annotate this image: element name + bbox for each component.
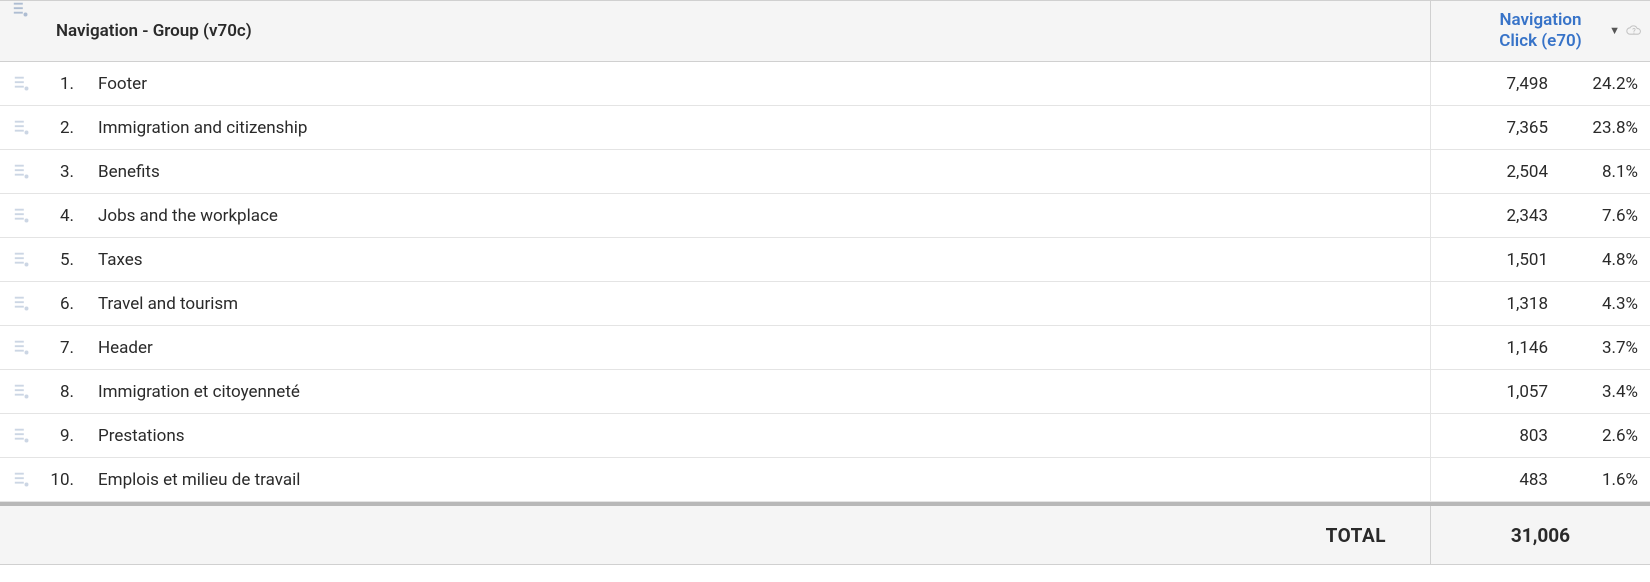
- row-breakdown-icon-cell[interactable]: [0, 282, 44, 325]
- row-rank: 1.: [44, 62, 86, 105]
- row-metric-value: 483: [1430, 458, 1560, 501]
- breakdown-icon: [13, 207, 31, 225]
- dimension-column-label: Navigation - Group (v70c): [56, 21, 252, 41]
- row-breakdown-icon-cell[interactable]: [0, 194, 44, 237]
- row-rank: 8.: [44, 370, 86, 413]
- table-row[interactable]: 8.Immigration et citoyenneté1,0573.4%: [0, 370, 1650, 414]
- row-metric-value: 7,498: [1430, 62, 1560, 105]
- row-dimension-value[interactable]: Benefits: [86, 150, 1430, 193]
- row-dimension-value[interactable]: Immigration and citizenship: [86, 106, 1430, 149]
- total-label: TOTAL: [1326, 524, 1386, 547]
- row-metric-percent: 2.6%: [1560, 414, 1650, 457]
- row-dimension-value[interactable]: Emplois et milieu de travail: [86, 458, 1430, 501]
- row-breakdown-icon-cell[interactable]: [0, 326, 44, 369]
- row-metric-percent: 3.4%: [1560, 370, 1650, 413]
- table-row[interactable]: 9.Prestations8032.6%: [0, 414, 1650, 458]
- row-breakdown-icon-cell[interactable]: [0, 238, 44, 281]
- table-row[interactable]: 3.Benefits2,5048.1%: [0, 150, 1650, 194]
- row-metric-percent: 8.1%: [1560, 150, 1650, 193]
- row-dimension-value[interactable]: Prestations: [86, 414, 1430, 457]
- svg-text:?: ?: [1632, 26, 1636, 35]
- sort-desc-icon: ▼: [1609, 24, 1620, 38]
- analytics-table: Navigation - Group (v70c) Navigation Cli…: [0, 0, 1650, 565]
- row-metric-percent: 4.3%: [1560, 282, 1650, 325]
- row-rank: 4.: [44, 194, 86, 237]
- row-metric-value: 1,318: [1430, 282, 1560, 325]
- row-rank: 3.: [44, 150, 86, 193]
- row-breakdown-icon-cell[interactable]: [0, 150, 44, 193]
- row-metric-percent: 23.8%: [1560, 106, 1650, 149]
- breakdown-icon: [13, 163, 31, 181]
- total-value-cell: 31,006: [1430, 506, 1650, 564]
- row-dimension-value[interactable]: Taxes: [86, 238, 1430, 281]
- row-metric-percent: 24.2%: [1560, 62, 1650, 105]
- dimension-breakdown-header-icon-cell[interactable]: [0, 1, 44, 61]
- row-metric-value: 1,146: [1430, 326, 1560, 369]
- breakdown-icon: [13, 75, 31, 93]
- row-metric-value: 803: [1430, 414, 1560, 457]
- table-total-row: TOTAL 31,006: [0, 506, 1650, 565]
- row-rank: 6.: [44, 282, 86, 325]
- total-label-cell: TOTAL: [0, 506, 1430, 564]
- row-rank: 7.: [44, 326, 86, 369]
- table-body: 1.Footer7,49824.2%2.Immigration and citi…: [0, 62, 1650, 502]
- table-row[interactable]: 10.Emplois et milieu de travail4831.6%: [0, 458, 1650, 502]
- row-metric-value: 7,365: [1430, 106, 1560, 149]
- dimension-column-header[interactable]: Navigation - Group (v70c): [44, 1, 1430, 61]
- row-metric-percent: 4.8%: [1560, 238, 1650, 281]
- table-row[interactable]: 1.Footer7,49824.2%: [0, 62, 1650, 106]
- breakdown-icon: [13, 427, 31, 445]
- breakdown-icon: [13, 383, 31, 401]
- table-row[interactable]: 4.Jobs and the workplace2,3437.6%: [0, 194, 1650, 238]
- row-metric-percent: 7.6%: [1560, 194, 1650, 237]
- breakdown-icon: [13, 471, 31, 489]
- row-rank: 2.: [44, 106, 86, 149]
- row-metric-value: 1,057: [1430, 370, 1560, 413]
- row-metric-value: 1,501: [1430, 238, 1560, 281]
- row-breakdown-icon-cell[interactable]: [0, 62, 44, 105]
- table-row[interactable]: 5.Taxes1,5014.8%: [0, 238, 1650, 282]
- row-breakdown-icon-cell[interactable]: [0, 414, 44, 457]
- breakdown-icon: [13, 119, 31, 137]
- metric-column-label: Navigation Click (e70): [1499, 10, 1581, 53]
- row-dimension-value[interactable]: Travel and tourism: [86, 282, 1430, 325]
- help-cloud-icon[interactable]: ?: [1626, 24, 1642, 38]
- row-breakdown-icon-cell[interactable]: [0, 106, 44, 149]
- row-rank: 5.: [44, 238, 86, 281]
- row-breakdown-icon-cell[interactable]: [0, 458, 44, 501]
- row-metric-value: 2,504: [1430, 150, 1560, 193]
- breakdown-icon: [13, 251, 31, 269]
- row-dimension-value[interactable]: Footer: [86, 62, 1430, 105]
- metric-column-header[interactable]: Navigation Click (e70) ▼ ?: [1430, 1, 1650, 61]
- table-row[interactable]: 7.Header1,1463.7%: [0, 326, 1650, 370]
- row-rank: 10.: [44, 458, 86, 501]
- breakdown-icon: [13, 295, 31, 313]
- table-row[interactable]: 6.Travel and tourism1,3184.3%: [0, 282, 1650, 326]
- row-metric-percent: 1.6%: [1560, 458, 1650, 501]
- row-dimension-value[interactable]: Header: [86, 326, 1430, 369]
- row-rank: 9.: [44, 414, 86, 457]
- row-breakdown-icon-cell[interactable]: [0, 370, 44, 413]
- breakdown-icon: [13, 339, 31, 357]
- table-row[interactable]: 2.Immigration and citizenship7,36523.8%: [0, 106, 1650, 150]
- row-dimension-value[interactable]: Immigration et citoyenneté: [86, 370, 1430, 413]
- table-header-row: Navigation - Group (v70c) Navigation Cli…: [0, 0, 1650, 62]
- row-metric-value: 2,343: [1430, 194, 1560, 237]
- row-metric-percent: 3.7%: [1560, 326, 1650, 369]
- row-dimension-value[interactable]: Jobs and the workplace: [86, 194, 1430, 237]
- total-value: 31,006: [1511, 524, 1570, 547]
- breakdown-icon: [12, 1, 30, 19]
